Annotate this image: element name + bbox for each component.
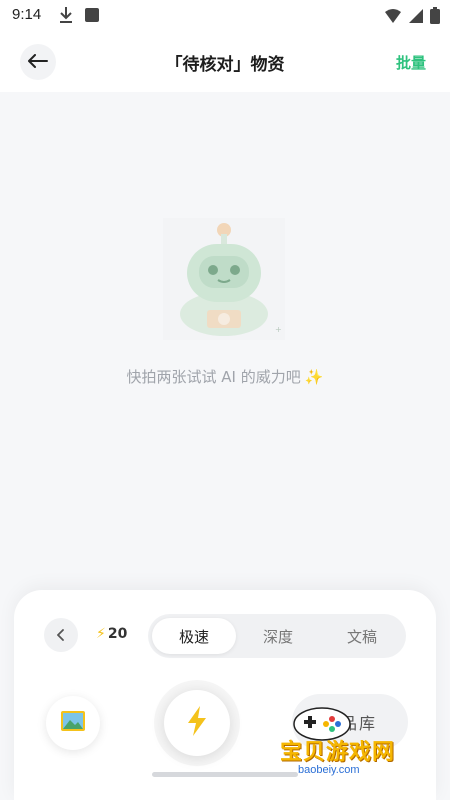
app-notification-icon	[85, 8, 99, 22]
gallery-button[interactable]	[46, 696, 100, 750]
collapse-button[interactable]	[44, 618, 78, 652]
download-icon	[58, 6, 74, 29]
tab-document[interactable]: 文稿	[320, 618, 404, 654]
status-icons	[384, 7, 440, 29]
watermark-url: baobeiy.com	[298, 764, 360, 776]
credit-value: 20	[107, 626, 128, 642]
shutter-button[interactable]	[164, 690, 230, 756]
empty-state-text: 快拍两张试试 AI 的威力吧	[126, 368, 301, 386]
home-indicator[interactable]	[152, 772, 298, 777]
image-icon	[60, 710, 86, 736]
tab-fast[interactable]: 极速	[152, 618, 236, 654]
sparkle-icon: ✨	[304, 368, 324, 386]
batch-button[interactable]: 批量	[396, 52, 426, 73]
mode-selector: 极速 深度 文稿	[148, 614, 406, 658]
lightning-icon: ⚡	[96, 626, 106, 642]
chevron-left-icon	[56, 626, 65, 645]
watermark-title: 宝贝游戏网	[280, 740, 396, 765]
signal-icon	[408, 8, 424, 29]
robot-illustration: +	[163, 218, 285, 340]
watermark: 宝贝游戏网 baobeiy.com	[280, 734, 430, 782]
wifi-icon	[384, 8, 402, 29]
credit-counter: ⚡ 20	[96, 626, 127, 642]
svg-text:+: +	[275, 325, 282, 334]
status-bar: 9:14	[0, 0, 450, 32]
header: 「待核对」物资 批量	[0, 32, 450, 92]
tab-deep[interactable]: 深度	[236, 618, 320, 654]
page-title: 「待核对」物资	[165, 55, 285, 75]
status-time: 9:14	[12, 6, 42, 23]
battery-icon	[430, 7, 440, 29]
lightning-icon	[185, 705, 209, 741]
empty-state-message: 快拍两张试试 AI 的威力吧 ✨	[0, 366, 450, 387]
